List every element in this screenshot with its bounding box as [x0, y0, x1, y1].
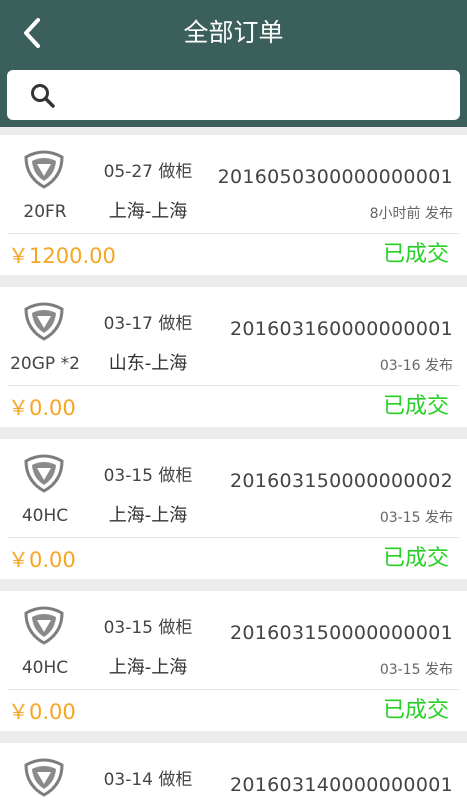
- order-date: 03-14 做柜: [103, 770, 193, 790]
- order-status: 已成交: [382, 698, 449, 723]
- divider: [8, 385, 459, 386]
- container-type: 40HC: [21, 658, 69, 678]
- container-type: 40HC: [21, 506, 69, 526]
- shield-logo-icon: [24, 150, 64, 189]
- publish-time: 8小时前 发布: [369, 206, 453, 222]
- order-status: 已成交: [382, 546, 449, 571]
- order-route: 山东-上海: [108, 353, 188, 374]
- order-date: 03-17 做柜: [103, 314, 193, 334]
- order-card[interactable]: 40HC 03-15 做柜 上海-上海 201603150000000001 0…: [0, 591, 467, 731]
- order-date: 03-15 做柜: [103, 618, 193, 638]
- order-status: 已成交: [382, 394, 449, 419]
- order-card[interactable]: 03-14 做柜 201603140000000001: [0, 743, 467, 800]
- publish-time: 03-16 发布: [379, 358, 453, 374]
- shield-logo-icon: [24, 302, 64, 341]
- order-card[interactable]: 40HC 03-15 做柜 上海-上海 201603150000000002 0…: [0, 439, 467, 579]
- order-price: ￥1200.00: [8, 244, 116, 268]
- order-date: 03-15 做柜: [103, 466, 193, 486]
- publish-time: 03-15 发布: [379, 510, 453, 526]
- order-route: 上海-上海: [108, 201, 188, 222]
- search-icon: [31, 84, 55, 108]
- shield-logo-icon: [24, 606, 64, 645]
- order-route: 上海-上海: [108, 657, 188, 678]
- app-header: 全部订单: [0, 0, 467, 127]
- search-input[interactable]: [69, 78, 448, 114]
- search-bar[interactable]: [7, 70, 460, 120]
- shield-logo-icon: [24, 454, 64, 493]
- title-bar: 全部订单: [0, 0, 467, 66]
- order-date: 05-27 做柜: [103, 162, 193, 182]
- order-price: ￥0.00: [8, 548, 76, 572]
- order-number: 201603160000000001: [230, 318, 453, 340]
- order-number: 201603140000000001: [230, 774, 453, 796]
- container-type: 20GP *2: [10, 354, 80, 374]
- publish-time: 03-15 发布: [379, 662, 453, 678]
- divider: [8, 689, 459, 690]
- divider: [8, 233, 459, 234]
- page-title: 全部订单: [183, 18, 284, 47]
- divider: [8, 537, 459, 538]
- order-number: 2016050300000000001: [217, 166, 453, 188]
- order-status: 已成交: [382, 242, 449, 267]
- order-card[interactable]: 20GP *2 03-17 做柜 山东-上海 20160316000000000…: [0, 287, 467, 427]
- order-card[interactable]: 20FR 05-27 做柜 上海-上海 2016050300000000001 …: [0, 135, 467, 275]
- order-price: ￥0.00: [8, 396, 76, 420]
- order-number: 201603150000000002: [230, 470, 453, 492]
- order-route: 上海-上海: [108, 505, 188, 526]
- order-price: ￥0.00: [8, 700, 76, 724]
- container-type: 20FR: [23, 202, 67, 222]
- shield-logo-icon: [24, 758, 64, 797]
- order-number: 201603150000000001: [230, 622, 453, 644]
